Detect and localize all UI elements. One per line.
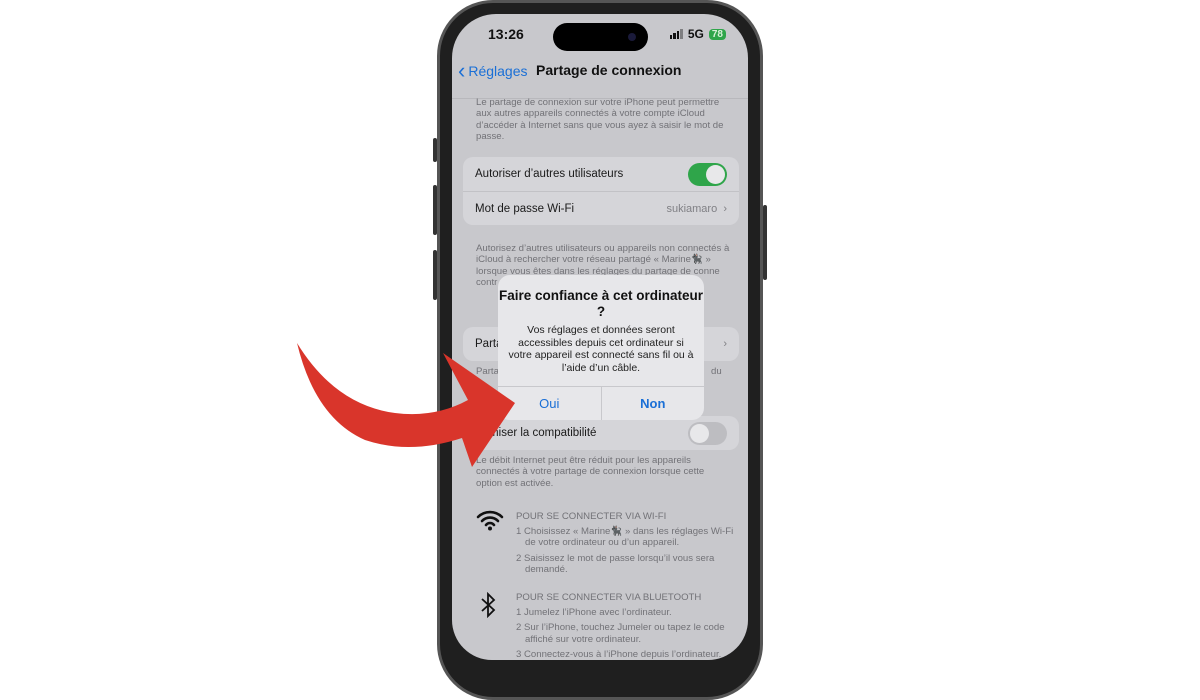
red-arrow-icon — [297, 343, 515, 467]
